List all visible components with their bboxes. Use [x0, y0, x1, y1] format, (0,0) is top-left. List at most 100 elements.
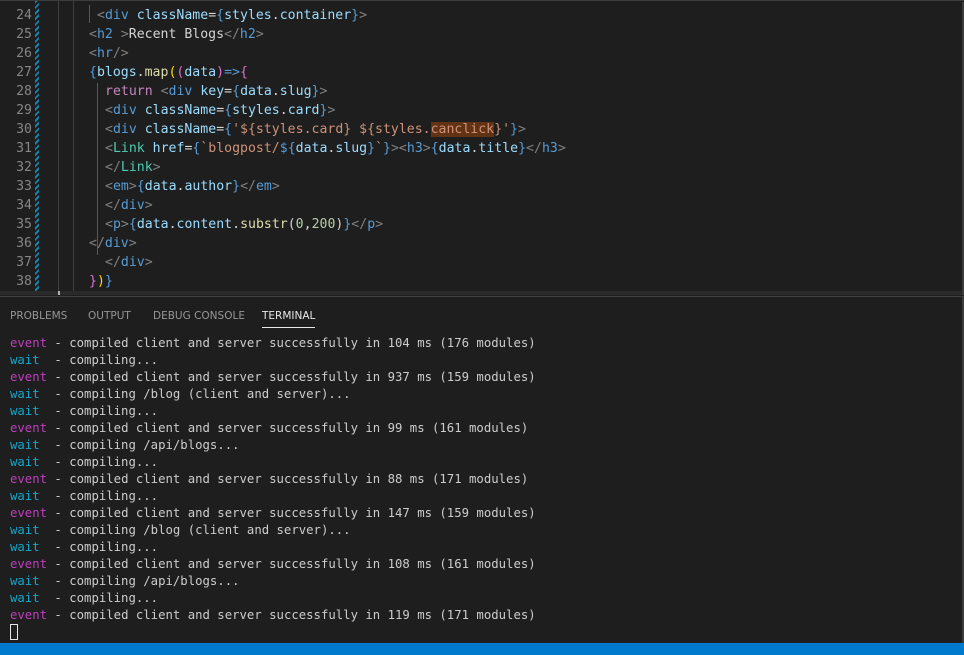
tab-output[interactable]: OUTPUT: [88, 309, 131, 323]
code-token: >: [359, 8, 368, 23]
editor-horizontal-scrollbar[interactable]: [0, 291, 964, 295]
indent-guide: [97, 83, 98, 255]
tab-terminal[interactable]: TERMINAL: [262, 309, 316, 328]
code-token: data: [184, 65, 217, 80]
code-token: {: [239, 65, 248, 80]
log-level-wait: wait: [10, 574, 40, 588]
code-line[interactable]: 26 <hr/>: [0, 44, 964, 63]
code-token: div: [168, 84, 193, 99]
terminal-line: wait - compiling...: [10, 403, 158, 420]
code-token: className: [136, 8, 209, 23]
code-token: 200: [311, 217, 336, 232]
code-text: <div className={styles.container}>: [97, 6, 367, 25]
log-level-event: event: [10, 608, 48, 622]
code-text: {blogs.map((data)=>{: [89, 63, 248, 82]
code-text: <h2 >Recent Blogs</h2>: [89, 25, 264, 44]
code-token: >: [144, 198, 153, 213]
code-token: >: [319, 84, 328, 99]
code-token: map: [144, 65, 169, 80]
code-token: div: [112, 122, 137, 137]
code-token: </: [105, 160, 121, 175]
log-message: - compiled client and server successfull…: [47, 336, 536, 350]
code-text: <em>{data.author}</em>: [105, 177, 280, 196]
code-token: substr: [240, 217, 288, 232]
code-line[interactable]: 27 {blogs.map((data)=>{: [0, 63, 964, 82]
code-token: div: [112, 103, 137, 118]
code-token: >: [327, 103, 336, 118]
code-line[interactable]: 30 <div className={'${styles.card} ${styl…: [0, 120, 964, 139]
code-editor[interactable]: 24 <div className={styles.container}> 25 <h…: [0, 1, 964, 295]
terminal-line: event - compiled client and server succe…: [10, 505, 536, 522]
log-message: - compiling...: [39, 540, 159, 554]
code-token: >: [255, 27, 264, 42]
code-text: <Link href={`blogpost/${data.slug}`}><h3…: [105, 139, 566, 158]
code-token: ><: [390, 141, 407, 156]
code-line[interactable]: 24 <div className={styles.container}>: [0, 6, 964, 25]
code-token: Recent Blogs: [128, 27, 225, 42]
code-token: </: [224, 27, 240, 42]
code-line[interactable]: 36</div>: [0, 234, 964, 253]
log-level-wait: wait: [10, 540, 40, 554]
code-line[interactable]: 29 <div className={styles.card}>: [0, 101, 964, 120]
terminal-line: event - compiled client and server succe…: [10, 556, 536, 573]
code-token: 0: [295, 217, 304, 232]
code-token: key: [200, 84, 225, 99]
code-token: className: [144, 122, 217, 137]
code-token: '${styles.card} ${styles.: [232, 122, 431, 137]
code-token: .: [271, 8, 280, 23]
code-line[interactable]: 34 </div>: [0, 196, 964, 215]
code-token: `: [375, 141, 384, 156]
code-token: </: [351, 217, 368, 232]
tab-debug-console[interactable]: DEBUG CONSOLE: [153, 309, 245, 323]
code-line[interactable]: 32 </Link>: [0, 158, 964, 177]
line-number: 32: [16, 160, 32, 175]
log-level-wait: wait: [10, 489, 40, 503]
log-message: - compiling /blog (client and server)...: [39, 387, 351, 401]
code-token: ${: [279, 141, 296, 156]
status-bar[interactable]: [0, 643, 964, 655]
code-token: slug: [279, 84, 312, 99]
code-text: <div className={'${styles.card} ${styles…: [105, 120, 526, 139]
log-message: - compiled client and server successfull…: [47, 472, 529, 486]
code-line[interactable]: 38})}: [0, 272, 964, 291]
code-token: div: [120, 198, 145, 213]
code-token: data: [240, 84, 272, 99]
code-token: em: [112, 179, 129, 194]
code-token: {: [224, 122, 233, 137]
panel-tab-bar: PROBLEMS OUTPUT DEBUG CONSOLE TERMINAL: [0, 297, 964, 333]
code-token: }: [383, 141, 391, 156]
horizontal-scroll-thumb[interactable]: [58, 291, 60, 295]
code-line[interactable]: 25 <h2 >Recent Blogs</h2>: [0, 25, 964, 44]
code-line[interactable]: 31 <Link href={`blogpost/${data.slug}`}><…: [0, 139, 964, 158]
code-token: (: [287, 217, 296, 232]
code-token: div: [104, 8, 129, 23]
code-line[interactable]: 28 return <div key={data.slug}>: [0, 82, 964, 101]
code-token: =>: [224, 65, 240, 80]
log-level-wait: wait: [10, 591, 40, 605]
code-text: </div>: [105, 253, 153, 272]
tab-problems[interactable]: PROBLEMS: [10, 309, 67, 323]
terminal-line: wait - compiling /blog (client and serve…: [10, 386, 351, 403]
code-line[interactable]: 35 <p>{data.content.substr(0,200)}</p>: [0, 215, 964, 234]
line-number: 27: [16, 65, 32, 80]
code-token: }: [232, 179, 241, 194]
code-token: <: [89, 46, 97, 61]
log-level-event: event: [10, 336, 48, 350]
log-message: - compiling...: [39, 353, 159, 367]
code-token: >: [557, 141, 566, 156]
code-token: }: [367, 141, 376, 156]
code-line[interactable]: 37 </div>: [0, 253, 964, 272]
code-text: <div className={styles.card}>: [105, 101, 335, 120]
code-token: content: [176, 217, 233, 232]
code-token: data: [136, 217, 169, 232]
log-message: - compiling /api/blogs...: [39, 574, 240, 588]
terminal-line: wait - compiling /api/blogs...: [10, 437, 240, 454]
code-line[interactable]: 33 <em>{data.author}</em>: [0, 177, 964, 196]
code-token: >: [120, 217, 129, 232]
code-token: h2: [239, 27, 256, 42]
code-token: className: [144, 103, 217, 118]
code-token: .: [136, 65, 145, 80]
